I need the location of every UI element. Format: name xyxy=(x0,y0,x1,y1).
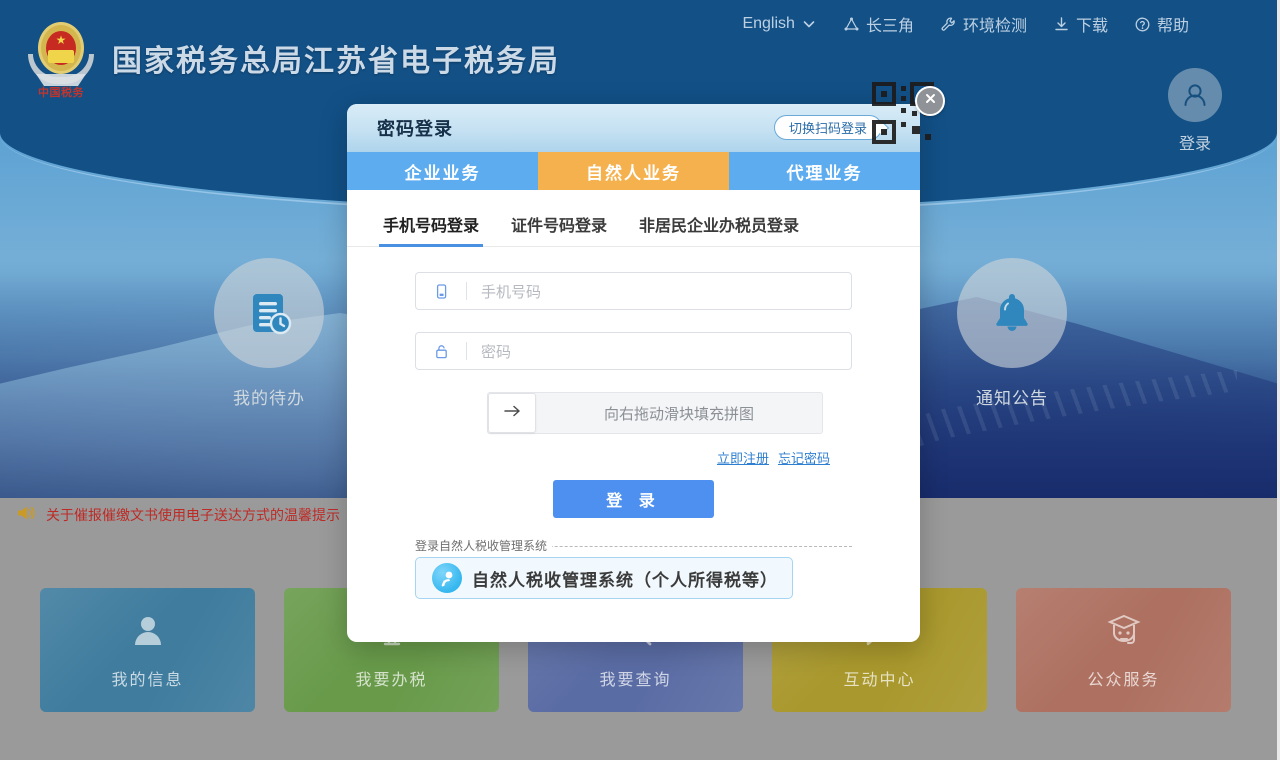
card-label: 我要办税 xyxy=(355,671,428,689)
nav-label-download: 下载 xyxy=(1075,18,1108,35)
switch-to-qr-login-button[interactable]: 切换扫码登录 xyxy=(773,115,882,140)
nav-item-yangtze-delta[interactable]: 长三角 xyxy=(843,12,914,36)
notice-text[interactable]: 关于催报催缴文书使用电子送达方式的温馨提示 xyxy=(46,505,340,525)
hero-feature-my-todo[interactable]: 我的待办 xyxy=(194,258,344,409)
nav-label-yangtze-delta: 长三角 xyxy=(865,18,914,35)
subtab-id-number-login[interactable]: 证件号码登录 xyxy=(507,212,611,246)
login-corner-label: 登录 xyxy=(1178,136,1211,153)
password-placeholder: 密码 xyxy=(481,343,512,361)
natural-person-tax-system-label: 自然人税收管理系统（个人所得税等） xyxy=(472,570,778,590)
slider-handle[interactable] xyxy=(488,393,536,433)
card-label: 我的信息 xyxy=(111,671,184,689)
question-circle-icon xyxy=(1134,16,1151,33)
phone-icon xyxy=(416,283,466,300)
tab-enterprise-business[interactable]: 企业业务 xyxy=(347,152,538,190)
card-my-info[interactable]: 我的信息 xyxy=(40,588,255,712)
card-label: 公众服务 xyxy=(1087,671,1160,689)
arrow-right-icon xyxy=(503,402,522,424)
natural-person-tax-system-button[interactable]: 自然人税收管理系统（个人所得税等） xyxy=(415,557,793,599)
close-dialog-button[interactable] xyxy=(915,86,945,116)
graduate-headset-icon xyxy=(1104,611,1144,656)
page-title: 国家税务总局江苏省电子税务局 xyxy=(112,45,560,78)
slider-captcha[interactable]: 向右拖动滑块填充拼图 xyxy=(487,392,823,434)
natural-person-system-section: 登录自然人税收管理系统 自然人税收管理系统（个人所得税等） xyxy=(415,537,852,599)
megaphone-icon xyxy=(16,504,36,527)
login-corner-button[interactable]: 登录 xyxy=(1135,68,1255,154)
wrench-icon xyxy=(940,16,957,33)
hero-feature-notice[interactable]: 通知公告 xyxy=(937,258,1087,409)
brand: ★ 中国税务 国家税务总局江苏省电子税务局 xyxy=(22,18,560,99)
subtab-nonresident-agent-login[interactable]: 非居民企业办税员登录 xyxy=(635,212,803,246)
card-label: 我要查询 xyxy=(599,671,672,689)
subtab-phone-login[interactable]: 手机号码登录 xyxy=(379,212,484,247)
auxiliary-links: 立即注册 忘记密码 xyxy=(369,448,830,467)
nav-item-english[interactable]: English xyxy=(742,15,816,33)
forgot-password-link[interactable]: 忘记密码 xyxy=(778,448,830,467)
chevron-down-icon xyxy=(801,16,817,32)
slider-captcha-text: 向右拖动滑块填充拼图 xyxy=(603,405,754,423)
register-link[interactable]: 立即注册 xyxy=(717,448,769,467)
download-icon xyxy=(1053,16,1070,33)
close-icon xyxy=(923,91,938,111)
card-label: 互动中心 xyxy=(843,671,916,689)
page-root: ★ 中国税务 国家税务总局江苏省电子税务局 English 长三角 环境检测 下… xyxy=(0,0,1280,760)
dialog-title: 密码登录 xyxy=(377,119,453,139)
person-icon xyxy=(128,611,168,656)
nav-label-english: English xyxy=(742,15,795,32)
dialog-body: 手机号码登录 证件号码登录 非居民企业办税员登录 手机号码 密码 向右拖动滑块填… xyxy=(347,190,920,599)
emblem-label: 中国税务 xyxy=(38,87,84,99)
card-public-service[interactable]: 公众服务 xyxy=(1016,588,1231,712)
tab-agent-business[interactable]: 代理业务 xyxy=(729,152,920,190)
password-field[interactable]: 密码 xyxy=(415,332,852,370)
dialog-header: 密码登录 切换扫码登录 xyxy=(347,104,920,152)
nav-label-help: 帮助 xyxy=(1156,18,1189,35)
login-dialog: 密码登录 切换扫码登录 企业业务 自然人业务 代理业务 手机号码登录 证件号码登… xyxy=(347,82,945,642)
nav-label-env-check: 环境检测 xyxy=(962,18,1027,35)
lock-icon xyxy=(416,343,466,360)
nav-item-download[interactable]: 下载 xyxy=(1053,12,1108,36)
nav-item-env-check[interactable]: 环境检测 xyxy=(940,12,1027,36)
login-button[interactable]: 登 录 xyxy=(553,480,714,518)
nav-item-help[interactable]: 帮助 xyxy=(1134,12,1189,36)
document-clock-icon xyxy=(214,258,324,368)
user-avatar-icon xyxy=(1168,68,1222,122)
fieldset-legend: 登录自然人税收管理系统 xyxy=(415,537,553,554)
hero-feature-label: 通知公告 xyxy=(976,389,1048,408)
hero-feature-label: 我的待办 xyxy=(233,389,305,408)
tax-emblem-icon: ★ 中国税务 xyxy=(22,18,100,99)
phone-number-placeholder: 手机号码 xyxy=(481,283,542,301)
business-type-tabs: 企业业务 自然人业务 代理业务 xyxy=(347,152,920,190)
triangle-network-icon xyxy=(843,16,860,33)
bell-icon xyxy=(957,258,1067,368)
login-method-subtabs: 手机号码登录 证件号码登录 非居民企业办税员登录 xyxy=(347,190,920,247)
tax-person-icon xyxy=(432,563,462,593)
tab-natural-person-business[interactable]: 自然人业务 xyxy=(538,152,729,190)
phone-number-field[interactable]: 手机号码 xyxy=(415,272,852,310)
top-nav: English 长三角 环境检测 下载 帮助 xyxy=(742,12,1189,36)
